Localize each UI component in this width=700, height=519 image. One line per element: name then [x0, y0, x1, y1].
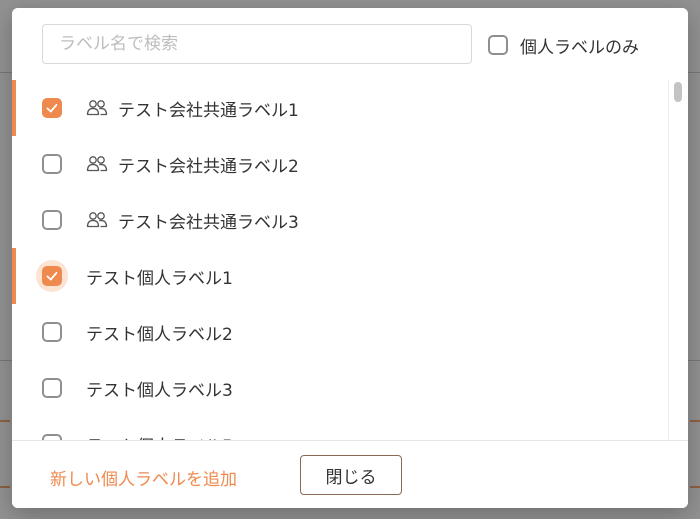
- label-name: テスト個人ラベル2: [86, 324, 233, 345]
- selected-indicator: [12, 80, 16, 136]
- label-row[interactable]: テスト個人ラベル2: [12, 304, 688, 360]
- label-content: テスト個人ラベル5: [86, 416, 233, 441]
- label-checkbox-wrap[interactable]: [36, 372, 68, 404]
- label-row[interactable]: テスト会社共通ラベル3: [12, 192, 688, 248]
- label-name: テスト会社共通ラベル1: [118, 100, 299, 121]
- selected-indicator: [12, 192, 16, 248]
- shared-group-icon: [86, 211, 108, 229]
- selected-indicator: [12, 248, 16, 304]
- label-name: テスト個人ラベル5: [86, 432, 233, 441]
- label-content: テスト個人ラベル3: [86, 360, 233, 416]
- shared-group-icon: [86, 99, 108, 117]
- label-row[interactable]: テスト個人ラベル1: [12, 248, 688, 304]
- close-button[interactable]: 閉じる: [300, 455, 402, 495]
- label-list-scrollbar[interactable]: [668, 80, 688, 440]
- label-name: テスト会社共通ラベル3: [118, 212, 299, 233]
- label-name: テスト会社共通ラベル2: [118, 156, 299, 177]
- personal-only-label: 個人ラベルのみ: [520, 37, 639, 58]
- popup-footer: 新しい個人ラベルを追加 閉じる: [12, 440, 688, 508]
- personal-only-toggle[interactable]: 個人ラベルのみ: [488, 32, 639, 58]
- label-checkbox-wrap[interactable]: [36, 204, 68, 236]
- label-name: テスト個人ラベル1: [86, 268, 233, 289]
- label-content: テスト個人ラベル1: [86, 248, 233, 304]
- label-row[interactable]: テスト個人ラベル5: [12, 416, 688, 440]
- label-list: テスト会社共通ラベル1 テスト会社共通ラベル2 テスト会社共通ラベル3 テスト個人ラベ…: [12, 80, 688, 440]
- label-checkbox[interactable]: [42, 378, 62, 398]
- add-personal-label-link[interactable]: 新しい個人ラベルを追加: [50, 465, 237, 490]
- selected-indicator: [12, 416, 16, 440]
- label-picker-popup: 個人ラベルのみ テスト会社共通ラベル1テスト会社共通ラベル2テスト会社共通ラベル…: [12, 8, 688, 508]
- label-checkbox-wrap[interactable]: [36, 92, 68, 124]
- selected-indicator: [12, 360, 16, 416]
- label-row[interactable]: テスト個人ラベル3: [12, 360, 688, 416]
- popup-header: 個人ラベルのみ: [12, 8, 688, 80]
- label-content: テスト会社共通ラベル1: [86, 80, 299, 136]
- label-checkbox[interactable]: [42, 98, 62, 118]
- scrollbar-thumb[interactable]: [674, 82, 682, 102]
- label-checkbox[interactable]: [42, 266, 62, 286]
- personal-only-checkbox[interactable]: [488, 35, 508, 55]
- selected-indicator: [12, 136, 16, 192]
- label-checkbox-wrap[interactable]: [36, 148, 68, 180]
- label-name: テスト個人ラベル3: [86, 380, 233, 401]
- label-checkbox[interactable]: [42, 322, 62, 342]
- label-search-input[interactable]: [42, 24, 472, 64]
- label-checkbox[interactable]: [42, 154, 62, 174]
- label-checkbox[interactable]: [42, 210, 62, 230]
- label-checkbox-wrap[interactable]: [36, 316, 68, 348]
- label-checkbox-wrap[interactable]: [36, 260, 68, 292]
- label-row[interactable]: テスト会社共通ラベル1: [12, 80, 688, 136]
- label-content: テスト会社共通ラベル2: [86, 136, 299, 192]
- selected-indicator: [12, 304, 16, 360]
- label-content: テスト個人ラベル2: [86, 304, 233, 360]
- label-content: テスト会社共通ラベル3: [86, 192, 299, 248]
- label-checkbox-wrap[interactable]: [36, 428, 68, 440]
- shared-group-icon: [86, 155, 108, 173]
- label-row[interactable]: テスト会社共通ラベル2: [12, 136, 688, 192]
